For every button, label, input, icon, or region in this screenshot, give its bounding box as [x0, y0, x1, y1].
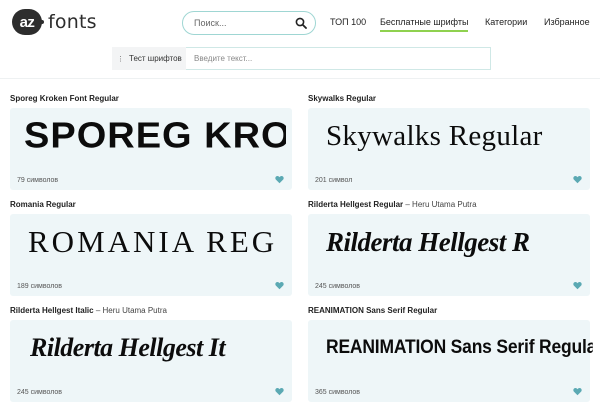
search-box	[182, 11, 316, 35]
nav-favorites[interactable]: Избранное	[544, 17, 590, 27]
logo-dot	[40, 20, 44, 24]
site-header: az fonts ТОП 100 Бесплатные шрифты Катег…	[0, 0, 600, 44]
glyph-count: 79 символов	[17, 177, 59, 184]
heart-icon[interactable]	[275, 387, 284, 396]
font-preview[interactable]: SPOREG KRO	[24, 109, 286, 162]
font-preview[interactable]: ROMANIA REG	[28, 214, 290, 270]
font-card[interactable]: Rilderta Hellgest It 245 символов	[10, 320, 292, 402]
grip-icon: ⋮	[117, 54, 124, 63]
font-title-text: REANIMATION Sans Serif Regular	[308, 306, 438, 315]
font-tester-label[interactable]: ⋮ Тест шрифтов	[112, 47, 186, 70]
search-icon[interactable]	[295, 17, 307, 29]
font-title[interactable]: Sporeg Kroken Font Regular	[10, 94, 119, 103]
logo-badge: az	[12, 9, 44, 35]
font-author[interactable]: – Heru Utama Putra	[405, 200, 476, 209]
font-title-text: Rilderta Hellgest Regular	[308, 200, 404, 209]
glyph-count: 189 символов	[17, 283, 63, 290]
heart-icon[interactable]	[275, 175, 284, 184]
font-card[interactable]: Skywalks Regular 201 символ	[308, 108, 590, 190]
nav-categories[interactable]: Категории	[485, 17, 527, 27]
font-tester: ⋮ Тест шрифтов	[112, 47, 491, 70]
font-preview[interactable]: Rilderta Hellgest R	[326, 214, 588, 270]
font-title[interactable]: REANIMATION Sans Serif Regular	[308, 306, 437, 315]
glyph-count: 365 символов	[315, 389, 361, 396]
heart-icon[interactable]	[573, 387, 582, 396]
font-tester-input[interactable]	[186, 47, 491, 70]
font-card[interactable]: SPOREG KRO 79 символов	[10, 108, 292, 190]
font-title-text: Skywalks Regular	[308, 94, 377, 103]
font-tester-label-text: Тест шрифтов	[129, 54, 182, 63]
font-preview[interactable]: Rilderta Hellgest It	[30, 320, 292, 376]
font-title-text: Rilderta Hellgest Italic	[10, 306, 94, 315]
heart-icon[interactable]	[275, 281, 284, 290]
font-title[interactable]: Romania Regular	[10, 200, 76, 209]
logo-text: fonts	[48, 11, 97, 33]
font-title[interactable]: Skywalks Regular	[308, 94, 376, 103]
font-title-text: Romania Regular	[10, 200, 76, 209]
font-author[interactable]: – Heru Utama Putra	[96, 306, 167, 315]
nav-top-100[interactable]: ТОП 100	[330, 17, 366, 27]
heart-icon[interactable]	[573, 175, 582, 184]
font-preview[interactable]: REANIMATION Sans Serif Regula	[326, 320, 593, 376]
logo-badge-text: az	[19, 13, 35, 31]
font-title-text: Sporeg Kroken Font Regular	[10, 94, 119, 103]
font-card[interactable]: ROMANIA REG 189 символов	[10, 214, 292, 296]
font-preview[interactable]: Skywalks Regular	[326, 108, 588, 164]
site-logo[interactable]: az fonts	[12, 9, 97, 35]
font-card[interactable]: Rilderta Hellgest R 245 символов	[308, 214, 590, 296]
glyph-count: 245 символов	[17, 389, 63, 396]
nav-free-fonts[interactable]: Бесплатные шрифты	[380, 17, 469, 32]
header-divider	[0, 78, 600, 79]
font-card[interactable]: REANIMATION Sans Serif Regula 365 символ…	[308, 320, 593, 402]
font-title[interactable]: Rilderta Hellgest Italic – Heru Utama Pu…	[10, 306, 167, 315]
glyph-count: 201 символ	[315, 177, 353, 184]
glyph-count: 245 символов	[315, 283, 361, 290]
heart-icon[interactable]	[573, 281, 582, 290]
search-input[interactable]	[194, 18, 295, 28]
font-title[interactable]: Rilderta Hellgest Regular – Heru Utama P…	[308, 200, 477, 209]
